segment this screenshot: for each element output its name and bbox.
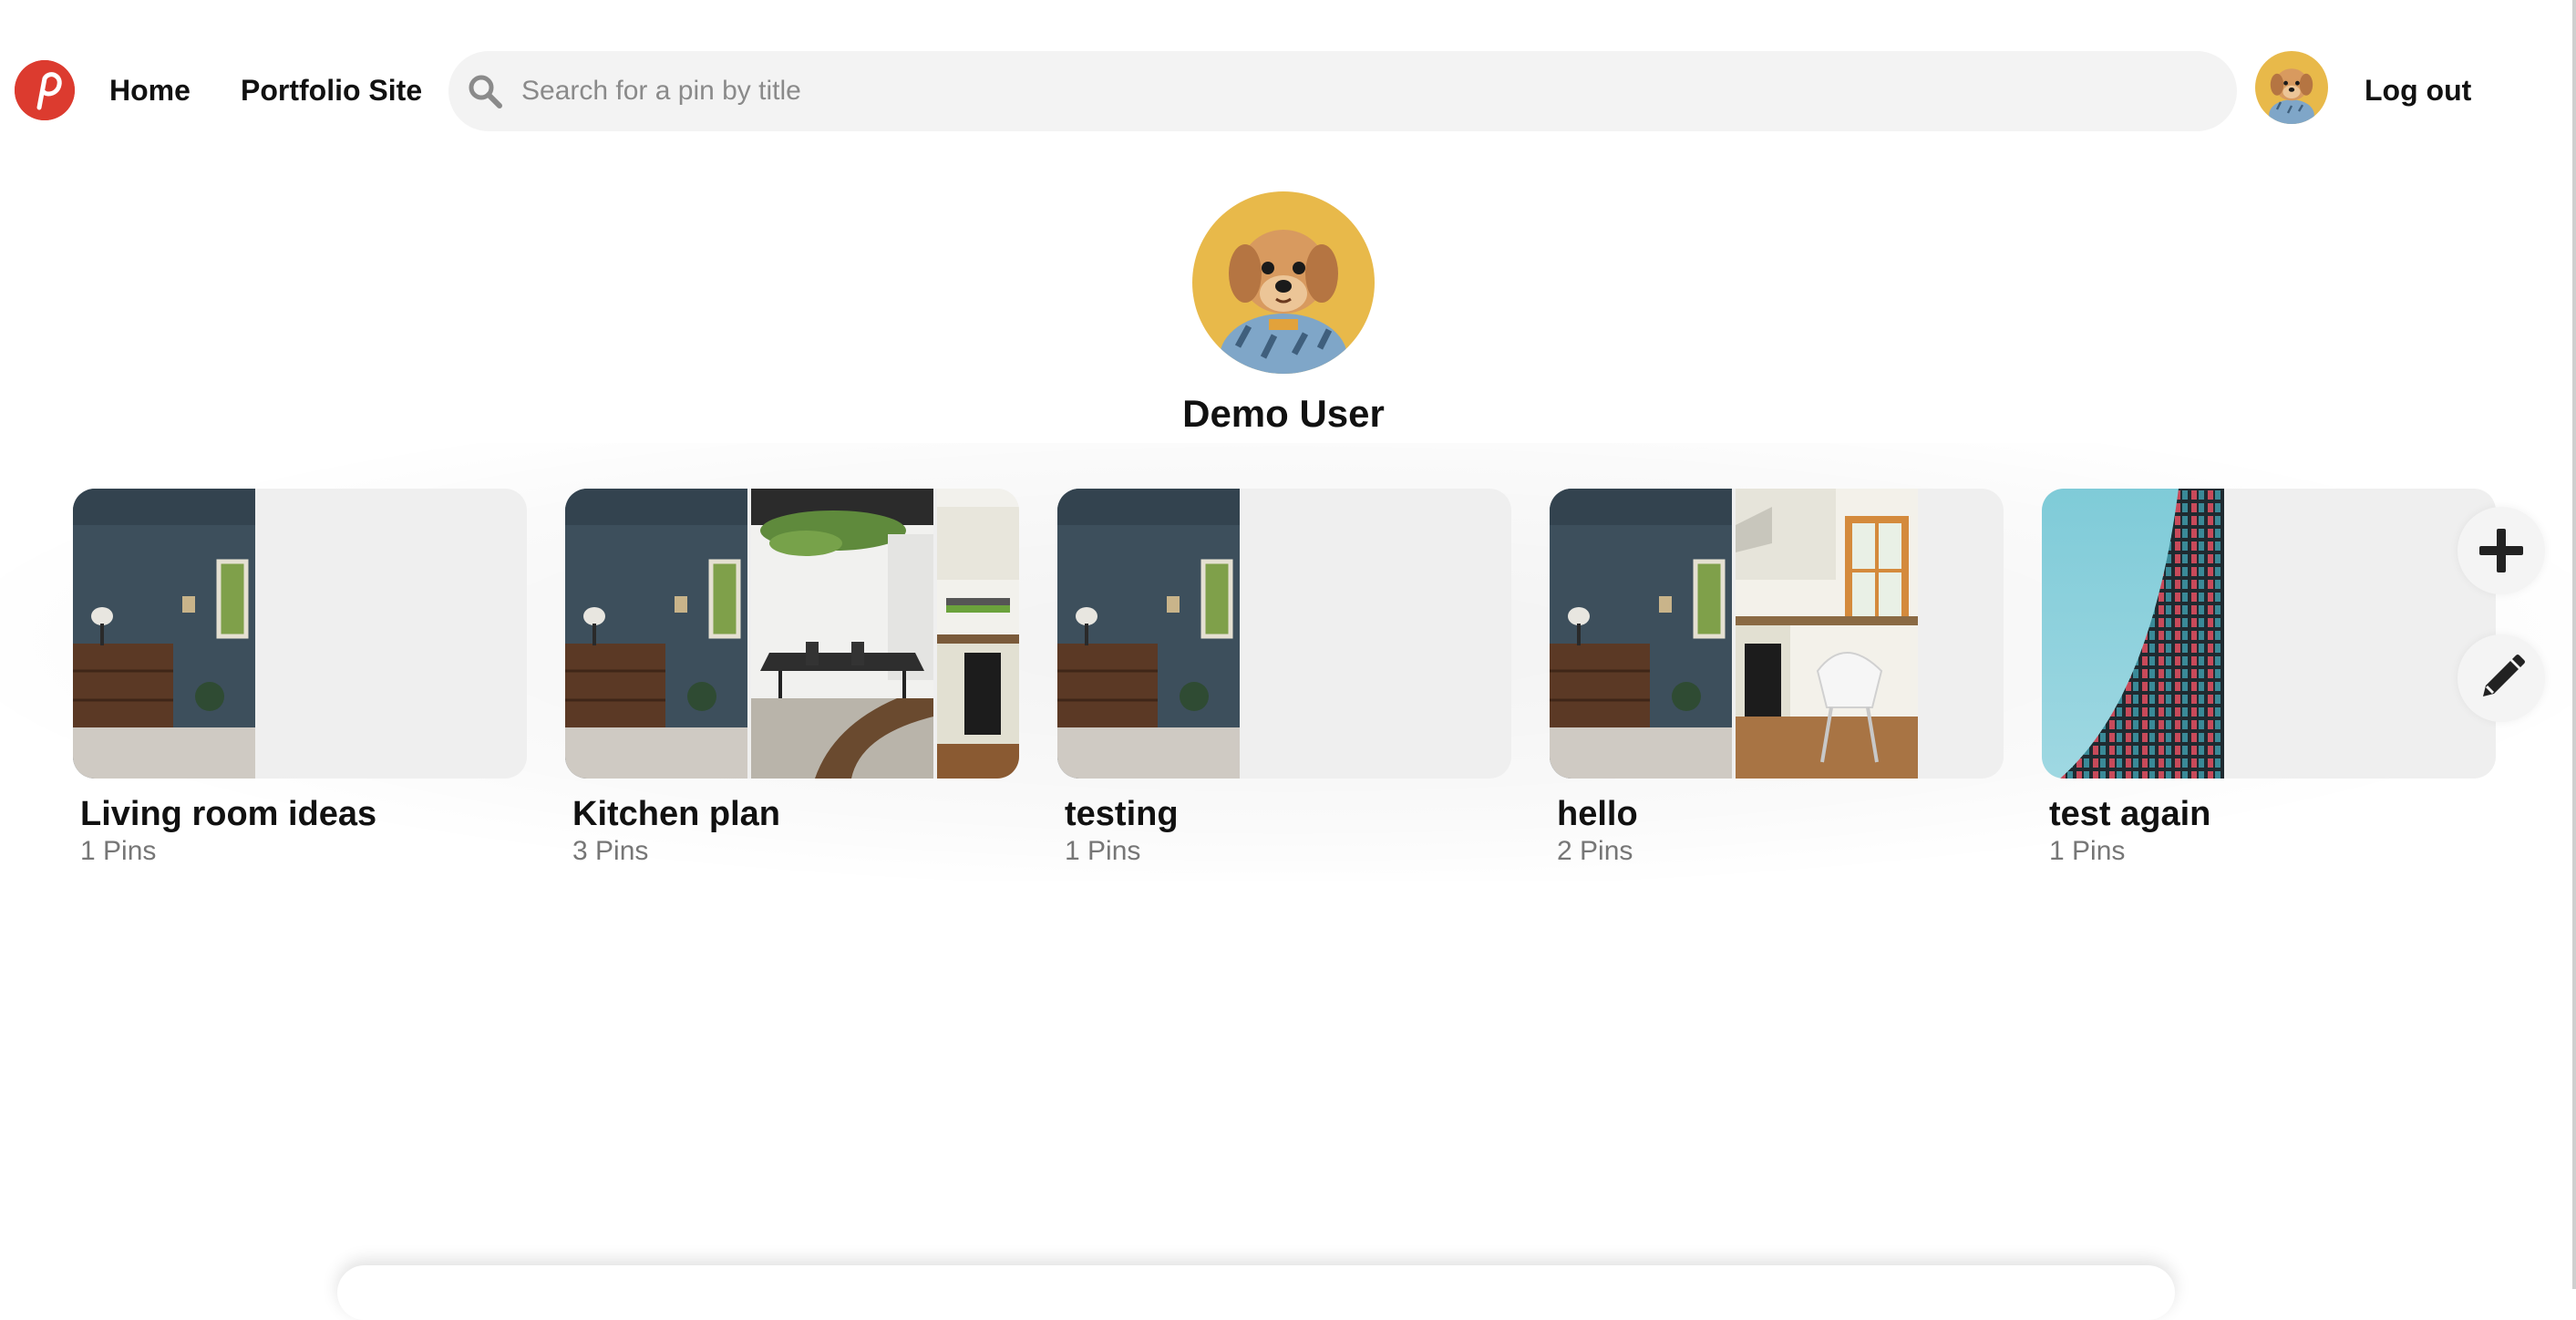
board-card[interactable]: Living room ideas 1 Pins [73, 489, 527, 868]
board-pin-count: 1 Pins [1065, 836, 1141, 866]
board-cover [2042, 489, 2496, 779]
living-room-image [73, 489, 255, 779]
user-avatar-button[interactable] [2255, 51, 2328, 124]
home-link[interactable]: Home [109, 69, 191, 111]
living-room-image [1057, 489, 1240, 779]
edit-profile-button[interactable] [2458, 634, 2545, 722]
pencil-icon [2483, 655, 2525, 696]
profile-avatar [1192, 191, 1375, 374]
board-card[interactable]: hello 2 Pins [1550, 489, 2004, 868]
kitchen-oven-image [937, 489, 1019, 779]
board-pin-count: 2 Pins [1557, 836, 1633, 866]
living-room-image [1550, 489, 1732, 779]
board-title: test again [2049, 795, 2211, 833]
search-icon [469, 75, 502, 108]
dining-room-image [751, 489, 933, 779]
board-card[interactable]: testing 1 Pins [1057, 489, 1511, 868]
board-title: Kitchen plan [572, 795, 781, 833]
board-cover [73, 489, 527, 779]
building-facade-image [2042, 489, 2224, 779]
plus-icon [2479, 529, 2523, 572]
board-title: hello [1557, 795, 1638, 833]
search-bar [448, 51, 2237, 131]
top-nav: Home Portfolio Site Log out [0, 0, 2576, 180]
board-title: testing [1065, 795, 1179, 833]
board-card[interactable]: Kitchen plan 3 Pins [565, 489, 1019, 868]
create-board-button[interactable] [2458, 507, 2545, 594]
logout-button[interactable]: Log out [2365, 69, 2471, 111]
board-cover [1057, 489, 1511, 779]
board-title: Living room ideas [80, 795, 377, 833]
board-pin-count: 1 Pins [80, 836, 157, 866]
board-card[interactable]: test again 1 Pins [2042, 489, 2496, 868]
board-cover [565, 489, 1019, 779]
portfolio-site-link[interactable]: Portfolio Site [241, 69, 422, 111]
living-room-image [565, 489, 747, 779]
board-pin-count: 1 Pins [2049, 836, 2126, 866]
profile-name: Demo User [1182, 392, 1385, 435]
kitchen-chair-image [1736, 489, 1918, 779]
bottom-panel-edge [337, 1265, 2175, 1320]
scrollbar[interactable] [2572, 0, 2576, 1289]
pinterest-logo-icon[interactable] [15, 60, 75, 120]
board-cover [1550, 489, 2004, 779]
search-input[interactable] [521, 51, 2199, 131]
board-pin-count: 3 Pins [572, 836, 649, 866]
